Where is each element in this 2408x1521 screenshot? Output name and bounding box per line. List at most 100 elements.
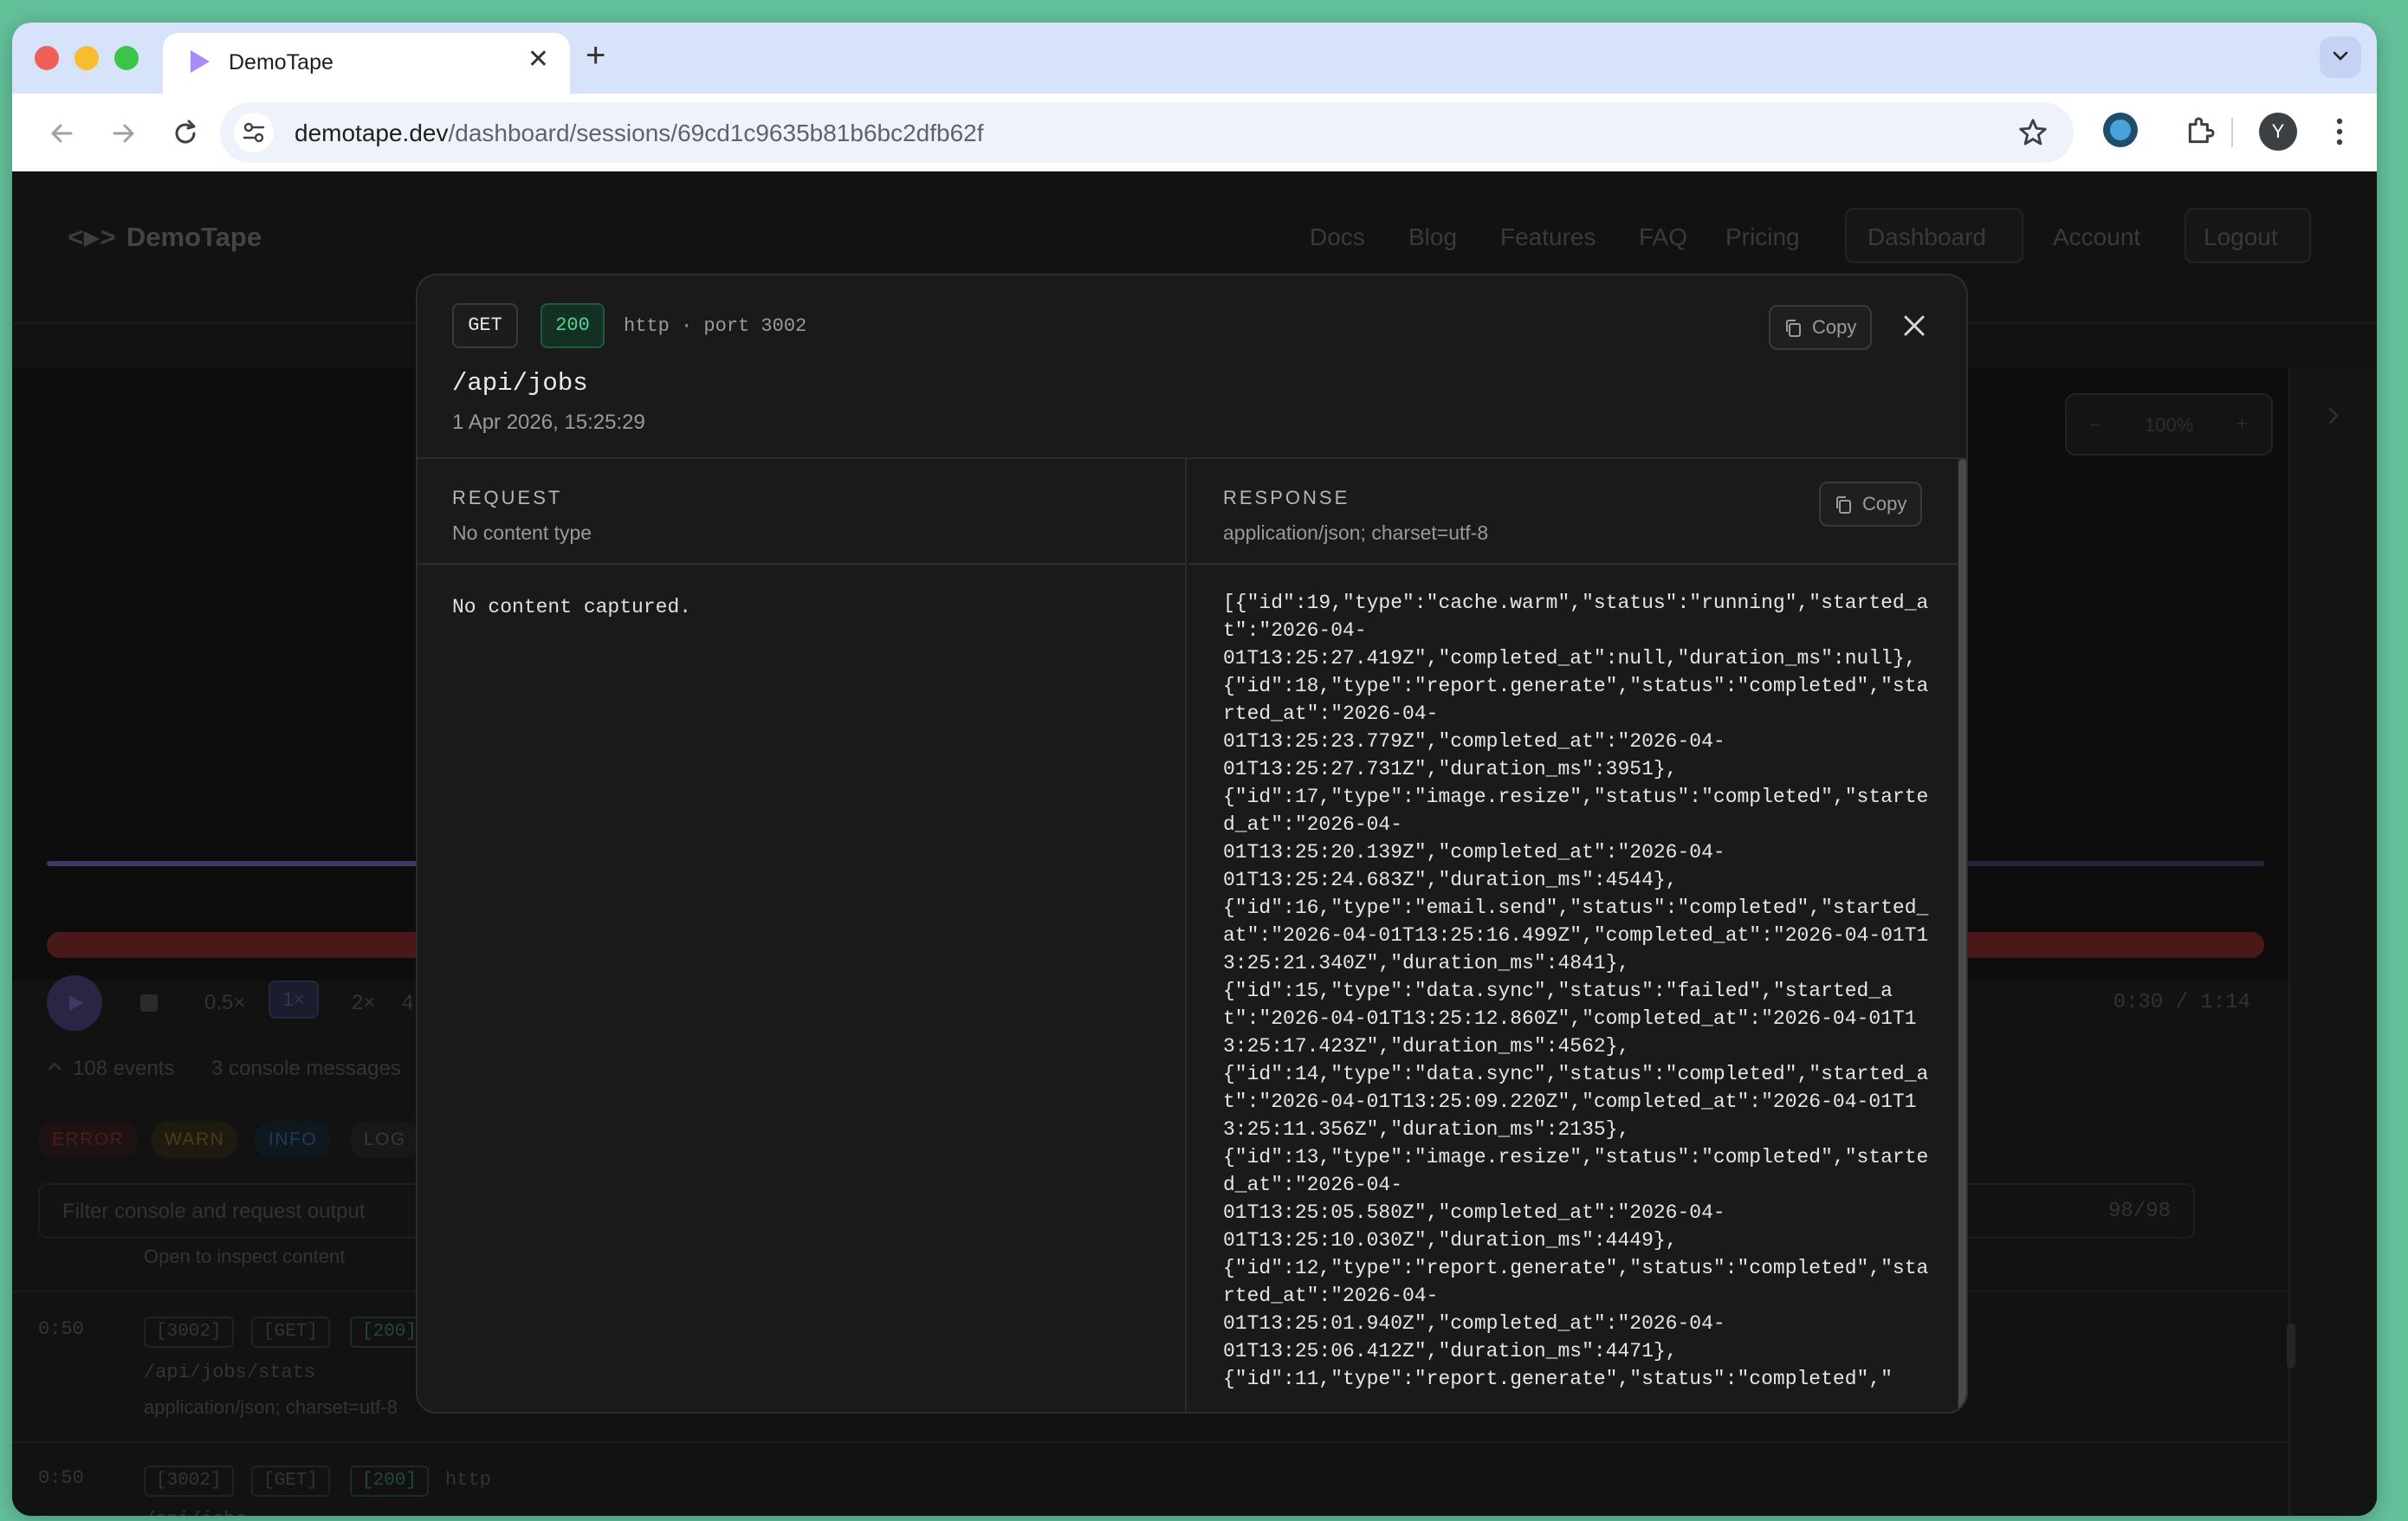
playback-time: 0:30 / 1:14 bbox=[2113, 991, 2250, 1014]
response-scrollbar[interactable] bbox=[1958, 459, 1966, 1412]
nav-faq[interactable]: FAQ bbox=[1639, 223, 1687, 251]
zoom-level: 100% bbox=[2145, 414, 2194, 436]
toolbar-separator bbox=[2231, 118, 2233, 147]
address-bar[interactable]: demotape.dev/dashboard/sessions/69cd1c96… bbox=[220, 102, 2074, 163]
copy-label: Copy bbox=[1812, 316, 1857, 338]
copy-response-button[interactable]: Copy bbox=[1819, 482, 1923, 527]
speed-2[interactable]: 2× bbox=[352, 991, 375, 1015]
request-timestamp: 1 Apr 2026, 15:25:29 bbox=[452, 411, 645, 434]
filter-log[interactable]: LOG bbox=[350, 1121, 420, 1159]
stop-icon[interactable] bbox=[140, 994, 158, 1012]
speed-4[interactable]: 4 bbox=[402, 991, 413, 1015]
console-count: 3 console messages bbox=[211, 1057, 401, 1080]
nav-docs[interactable]: Docs bbox=[1310, 223, 1365, 251]
request-path: /api/jobs bbox=[452, 369, 588, 398]
forward-icon[interactable] bbox=[107, 118, 139, 149]
new-tab-button[interactable]: + bbox=[586, 38, 605, 73]
bookmark-star-icon[interactable] bbox=[2016, 116, 2049, 149]
request-panel: REQUEST No content type No content captu… bbox=[418, 459, 1187, 1412]
logo-mark: <▶> bbox=[68, 224, 116, 255]
extension-icon[interactable] bbox=[2103, 113, 2138, 147]
request-header: REQUEST No content type bbox=[418, 459, 1185, 565]
maximize-window-button[interactable] bbox=[114, 46, 139, 70]
site-info-button[interactable] bbox=[234, 113, 274, 152]
tab-title: DemoTape bbox=[229, 50, 333, 74]
browser-window: DemoTape ✕ + demotape.dev/dashboard/sess… bbox=[12, 23, 2377, 1516]
row-path: /api/jobs bbox=[144, 1509, 247, 1516]
nav-logout[interactable]: Logout bbox=[2204, 223, 2278, 251]
request-content-type: No content type bbox=[452, 521, 592, 544]
response-title: RESPONSE bbox=[1223, 487, 1350, 508]
nav-features[interactable]: Features bbox=[1500, 223, 1596, 251]
row-divider bbox=[12, 1441, 2288, 1443]
nav-account[interactable]: Account bbox=[2053, 223, 2140, 251]
copy-all-button[interactable]: Copy bbox=[1769, 305, 1873, 350]
events-count: 108 events bbox=[73, 1057, 175, 1080]
tab-strip: DemoTape ✕ + bbox=[12, 23, 2377, 94]
chevron-down-icon bbox=[2333, 51, 2348, 61]
copy-icon bbox=[1836, 496, 1851, 514]
row-status-tag: [200] bbox=[350, 1466, 430, 1497]
request-detail-modal: GET 200 http · port 3002 Copy /api/jobs … bbox=[416, 274, 1968, 1414]
response-content-type: application/json; charset=utf-8 bbox=[1223, 521, 1489, 544]
url-path: /dashboard/sessions/69cd1c9635b81b6bc2df… bbox=[448, 120, 984, 146]
row-method-tag: [GET] bbox=[251, 1466, 331, 1497]
tab-close-icon[interactable]: ✕ bbox=[528, 47, 549, 73]
tab-demotape[interactable]: DemoTape ✕ bbox=[163, 33, 570, 94]
tune-icon bbox=[243, 122, 265, 143]
modal-header: GET 200 http · port 3002 Copy /api/jobs … bbox=[418, 275, 1966, 459]
row-port-tag: [3002] bbox=[144, 1317, 234, 1348]
copy-icon bbox=[1786, 320, 1801, 337]
method-badge: GET bbox=[452, 303, 518, 348]
profile-avatar[interactable]: Y bbox=[2259, 113, 2297, 151]
zoom-in-button[interactable]: + bbox=[2236, 412, 2248, 435]
play-button[interactable] bbox=[47, 975, 102, 1031]
nav-blog[interactable]: Blog bbox=[1408, 223, 1457, 251]
response-body[interactable]: [{"id":19,"type":"cache.warm","status":"… bbox=[1223, 589, 1933, 1393]
row-time: 0:50 bbox=[38, 1318, 84, 1340]
row-time: 0:50 bbox=[38, 1467, 84, 1489]
row-method-tag: [GET] bbox=[251, 1317, 331, 1348]
zoom-control: − 100% + bbox=[2065, 393, 2273, 456]
site-logo[interactable]: <▶> DemoTape bbox=[68, 222, 262, 255]
nav-dashboard[interactable]: Dashboard bbox=[1867, 223, 1986, 251]
request-title: REQUEST bbox=[452, 487, 563, 508]
reload-icon[interactable] bbox=[170, 118, 201, 149]
extensions-puzzle-icon[interactable] bbox=[2183, 114, 2217, 149]
row-proto: http bbox=[445, 1469, 491, 1491]
play-favicon-icon bbox=[191, 50, 210, 73]
minimize-window-button[interactable] bbox=[74, 46, 99, 70]
tab-search-button[interactable] bbox=[2320, 36, 2361, 78]
row-port-tag: [3002] bbox=[144, 1466, 234, 1497]
chevron-up-icon[interactable] bbox=[47, 1060, 62, 1072]
side-panel bbox=[2288, 367, 2377, 1516]
speed-1[interactable]: 1× bbox=[269, 981, 319, 1019]
filter-warn[interactable]: WARN bbox=[151, 1121, 239, 1159]
close-window-button[interactable] bbox=[35, 46, 59, 70]
row-content-type: application/json; charset=utf-8 bbox=[144, 1396, 398, 1418]
response-header: RESPONSE application/json; charset=utf-8… bbox=[1188, 459, 1966, 565]
play-icon bbox=[69, 995, 83, 1011]
url-text: demotape.dev/dashboard/sessions/69cd1c96… bbox=[295, 120, 984, 147]
status-badge: 200 bbox=[541, 303, 605, 348]
nav-pricing[interactable]: Pricing bbox=[1725, 223, 1800, 251]
log-scrollbar[interactable] bbox=[2287, 1324, 2295, 1369]
logo-text: DemoTape bbox=[126, 222, 262, 252]
filter-placeholder: Filter console and request output bbox=[62, 1200, 366, 1223]
copy-response-label: Copy bbox=[1862, 493, 1907, 515]
filter-info[interactable]: INFO bbox=[255, 1121, 332, 1159]
row-path: /api/jobs/stats bbox=[144, 1362, 316, 1383]
request-body: No content captured. bbox=[452, 596, 692, 618]
response-panel: RESPONSE application/json; charset=utf-8… bbox=[1188, 459, 1966, 1412]
zoom-out-button[interactable]: − bbox=[2089, 414, 2101, 437]
speed-0-5[interactable]: 0.5× bbox=[204, 991, 245, 1015]
filter-error[interactable]: ERROR bbox=[38, 1121, 139, 1159]
filter-count: 98/98 bbox=[2107, 1200, 2171, 1223]
more-menu-icon[interactable] bbox=[2335, 116, 2344, 147]
browser-toolbar: demotape.dev/dashboard/sessions/69cd1c96… bbox=[12, 94, 2377, 172]
row-hint: Open to inspect content bbox=[144, 1246, 346, 1267]
chevron-right-icon[interactable] bbox=[2327, 405, 2340, 426]
back-icon[interactable] bbox=[47, 118, 78, 149]
url-host: demotape.dev bbox=[295, 120, 449, 146]
close-icon[interactable] bbox=[1900, 312, 1928, 340]
